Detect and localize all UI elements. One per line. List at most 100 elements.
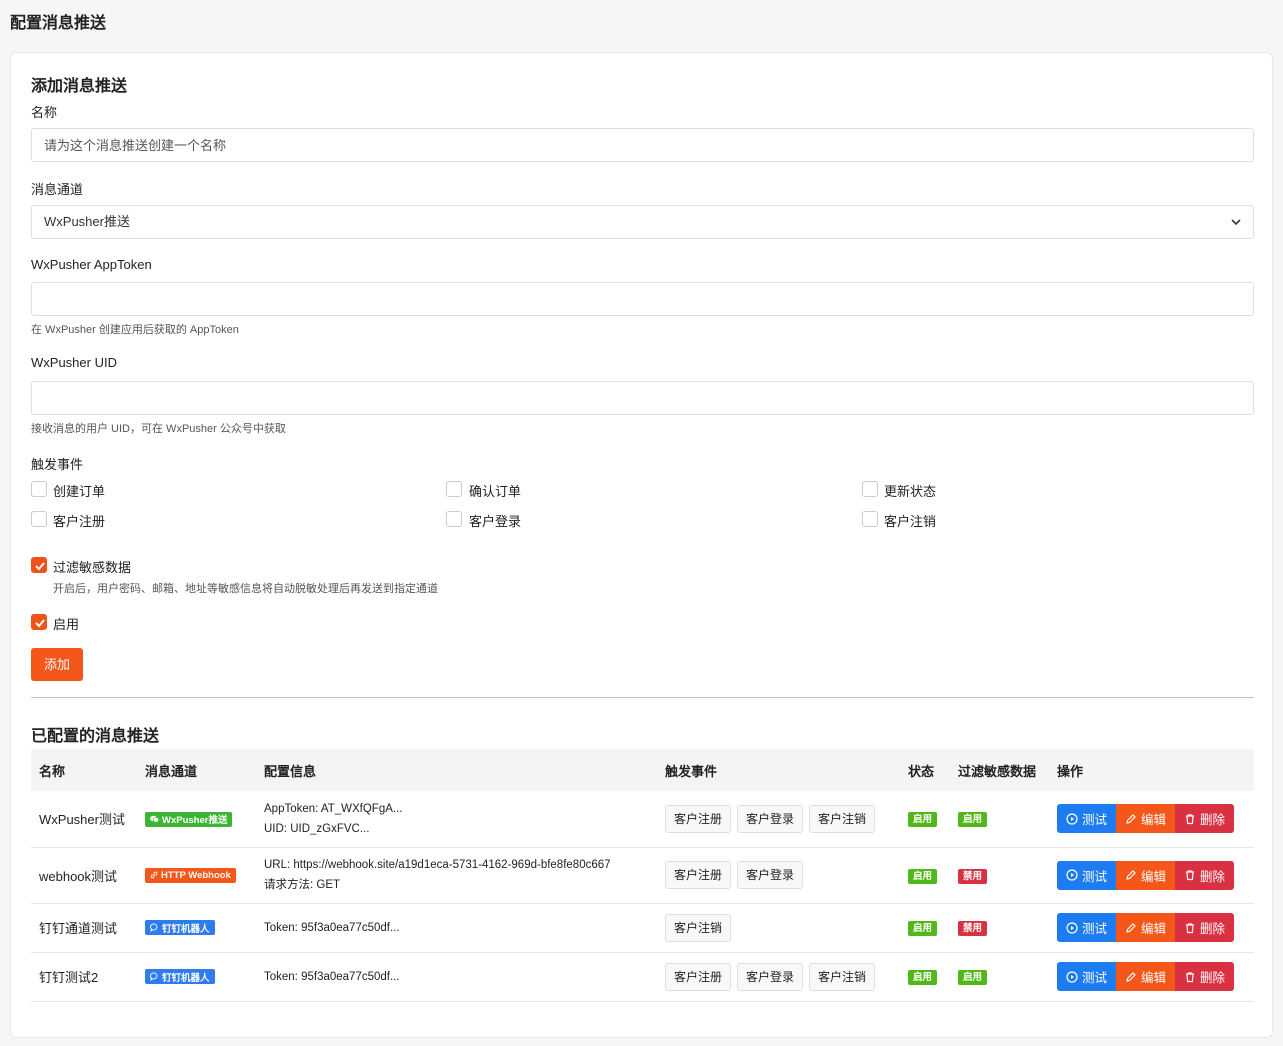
edit-button[interactable]: 编辑 bbox=[1116, 860, 1176, 890]
pencil-icon bbox=[1126, 813, 1136, 824]
config-line: AppToken: AT_WXfQFgA... bbox=[264, 802, 403, 815]
check-icon bbox=[35, 619, 45, 628]
event-checkbox-update-status[interactable] bbox=[862, 481, 878, 497]
apptoken-input[interactable] bbox=[31, 282, 1254, 316]
delete-button[interactable]: 删除 bbox=[1175, 962, 1235, 991]
filter-checkbox[interactable] bbox=[31, 557, 47, 573]
event-tag: 客户登录 bbox=[737, 804, 804, 833]
chat-bubble-icon bbox=[150, 972, 158, 981]
table-header-row: 名称 消息通道 配置信息 触发事件 状态 过滤敏感数据 操作 bbox=[31, 749, 1254, 791]
config-line: UID: UID_zGxFVC... bbox=[264, 822, 370, 835]
column-header-config: 配置信息 bbox=[264, 763, 317, 779]
filter-badge: 禁用 bbox=[958, 868, 988, 884]
section-divider bbox=[31, 697, 1254, 698]
channel-select-value: WxPusher推送 bbox=[44, 214, 130, 229]
channel-badge-dingtalk: 钉钉机器人 bbox=[145, 969, 215, 984]
config-line: Token: 95f3a0ea77c50df... bbox=[264, 970, 400, 983]
table-row: 钉钉通道测试 钉钉机器人 Token: 95f3a0ea77c50df... 客… bbox=[31, 903, 1254, 953]
name-input[interactable] bbox=[31, 128, 1254, 162]
table-row: WxPusher测试 WxPusher推送 AppToken: AT_WXfQF… bbox=[31, 791, 1254, 848]
delete-button[interactable]: 删除 bbox=[1175, 913, 1235, 942]
status-badge: 启用 bbox=[908, 812, 938, 828]
column-header-channel: 消息通道 bbox=[145, 763, 198, 779]
channel-select[interactable]: WxPusher推送 bbox=[31, 205, 1254, 239]
channel-badge-webhook: HTTP Webhook bbox=[145, 867, 236, 883]
pencil-icon bbox=[1126, 971, 1136, 982]
event-tag: 客户注册 bbox=[665, 804, 732, 833]
apptoken-label: WxPusher AppToken bbox=[31, 257, 152, 272]
trash-icon bbox=[1186, 870, 1195, 881]
event-label-update-status: 更新状态 bbox=[884, 484, 937, 499]
chevron-down-icon bbox=[1231, 219, 1241, 226]
page-title: 配置消息推送 bbox=[10, 15, 107, 32]
name-label: 名称 bbox=[31, 105, 58, 120]
filter-hint: 开启后，用户密码、邮箱、地址等敏感信息将自动脱敏处理后再发送到指定通道 bbox=[53, 583, 438, 595]
play-circle-icon bbox=[1066, 813, 1078, 825]
delete-button[interactable]: 删除 bbox=[1175, 860, 1235, 890]
add-section-title: 添加消息推送 bbox=[31, 78, 128, 95]
test-button[interactable]: 测试 bbox=[1057, 804, 1117, 834]
channel-badge-wxpusher: WxPusher推送 bbox=[145, 811, 233, 827]
event-label-create-order: 创建订单 bbox=[53, 484, 106, 499]
event-tag: 客户注销 bbox=[809, 962, 876, 991]
uid-label: WxPusher UID bbox=[31, 355, 117, 370]
column-header-filter: 过滤敏感数据 bbox=[958, 763, 1037, 779]
test-button[interactable]: 测试 bbox=[1057, 913, 1117, 942]
apptoken-hint: 在 WxPusher 创建应用后获取的 AppToken bbox=[31, 324, 239, 336]
row-name: WxPusher测试 bbox=[31, 791, 137, 848]
filter-badge: 禁用 bbox=[958, 921, 988, 936]
table-row: webhook测试 HTTP Webhook URL: https://webh… bbox=[31, 847, 1254, 904]
pencil-icon bbox=[1126, 922, 1136, 933]
event-tag: 客户注册 bbox=[665, 962, 732, 991]
pencil-icon bbox=[1126, 870, 1136, 880]
column-header-name: 名称 bbox=[39, 763, 66, 779]
events-label: 触发事件 bbox=[31, 457, 84, 472]
check-icon bbox=[35, 562, 45, 571]
trash-icon bbox=[1186, 814, 1195, 824]
event-checkbox-create-order[interactable] bbox=[31, 481, 47, 497]
row-name: 钉钉测试2 bbox=[31, 952, 137, 1002]
event-tag: 客户注销 bbox=[809, 804, 876, 833]
chat-bubble-icon bbox=[150, 923, 158, 932]
channel-badge-dingtalk: 钉钉机器人 bbox=[145, 920, 215, 935]
column-header-actions: 操作 bbox=[1057, 763, 1084, 779]
link-icon bbox=[150, 871, 158, 879]
channel-label: 消息通道 bbox=[31, 182, 84, 197]
enable-checkbox[interactable] bbox=[31, 614, 47, 630]
filter-badge: 启用 bbox=[958, 812, 988, 828]
trash-icon bbox=[1186, 922, 1195, 933]
edit-button[interactable]: 编辑 bbox=[1116, 804, 1176, 834]
trash-icon bbox=[1186, 971, 1195, 982]
edit-button[interactable]: 编辑 bbox=[1116, 913, 1176, 942]
event-label-logout: 客户注销 bbox=[884, 514, 937, 529]
add-button[interactable]: 添加 bbox=[31, 648, 83, 681]
event-checkbox-logout[interactable] bbox=[862, 511, 878, 527]
main-card: 添加消息推送 名称 消息通道 WxPusher推送 WxPusher AppTo… bbox=[10, 52, 1273, 1038]
config-line: URL: https://webhook.site/a19d1eca-5731-… bbox=[264, 859, 611, 871]
uid-hint: 接收消息的用户 UID，可在 WxPusher 公众号中获取 bbox=[31, 423, 286, 435]
filter-label: 过滤敏感数据 bbox=[53, 560, 132, 575]
edit-button[interactable]: 编辑 bbox=[1116, 962, 1176, 991]
event-tag: 客户注销 bbox=[665, 913, 732, 942]
uid-input[interactable] bbox=[31, 381, 1254, 415]
table-row: 钉钉测试2 钉钉机器人 Token: 95f3a0ea77c50df... 客户… bbox=[31, 952, 1254, 1002]
play-circle-icon bbox=[1066, 869, 1078, 881]
event-checkbox-register[interactable] bbox=[31, 511, 47, 527]
row-name: webhook测试 bbox=[31, 847, 137, 904]
event-checkbox-login[interactable] bbox=[446, 511, 462, 527]
status-badge: 启用 bbox=[908, 970, 938, 985]
enable-label: 启用 bbox=[53, 617, 80, 632]
event-label-confirm-order: 确认订单 bbox=[469, 484, 522, 499]
event-label-register: 客户注册 bbox=[53, 514, 106, 529]
event-tag: 客户注册 bbox=[665, 861, 732, 889]
push-config-table: 名称 消息通道 配置信息 触发事件 状态 过滤敏感数据 操作 WxPusher测… bbox=[31, 749, 1254, 1002]
delete-button[interactable]: 删除 bbox=[1175, 804, 1235, 834]
event-checkbox-confirm-order[interactable] bbox=[446, 481, 462, 497]
filter-badge: 启用 bbox=[958, 970, 988, 985]
event-tag: 客户登录 bbox=[737, 962, 804, 991]
status-badge: 启用 bbox=[908, 868, 938, 884]
test-button[interactable]: 测试 bbox=[1057, 962, 1117, 991]
status-badge: 启用 bbox=[908, 921, 938, 936]
test-button[interactable]: 测试 bbox=[1057, 860, 1117, 890]
play-circle-icon bbox=[1066, 970, 1078, 983]
